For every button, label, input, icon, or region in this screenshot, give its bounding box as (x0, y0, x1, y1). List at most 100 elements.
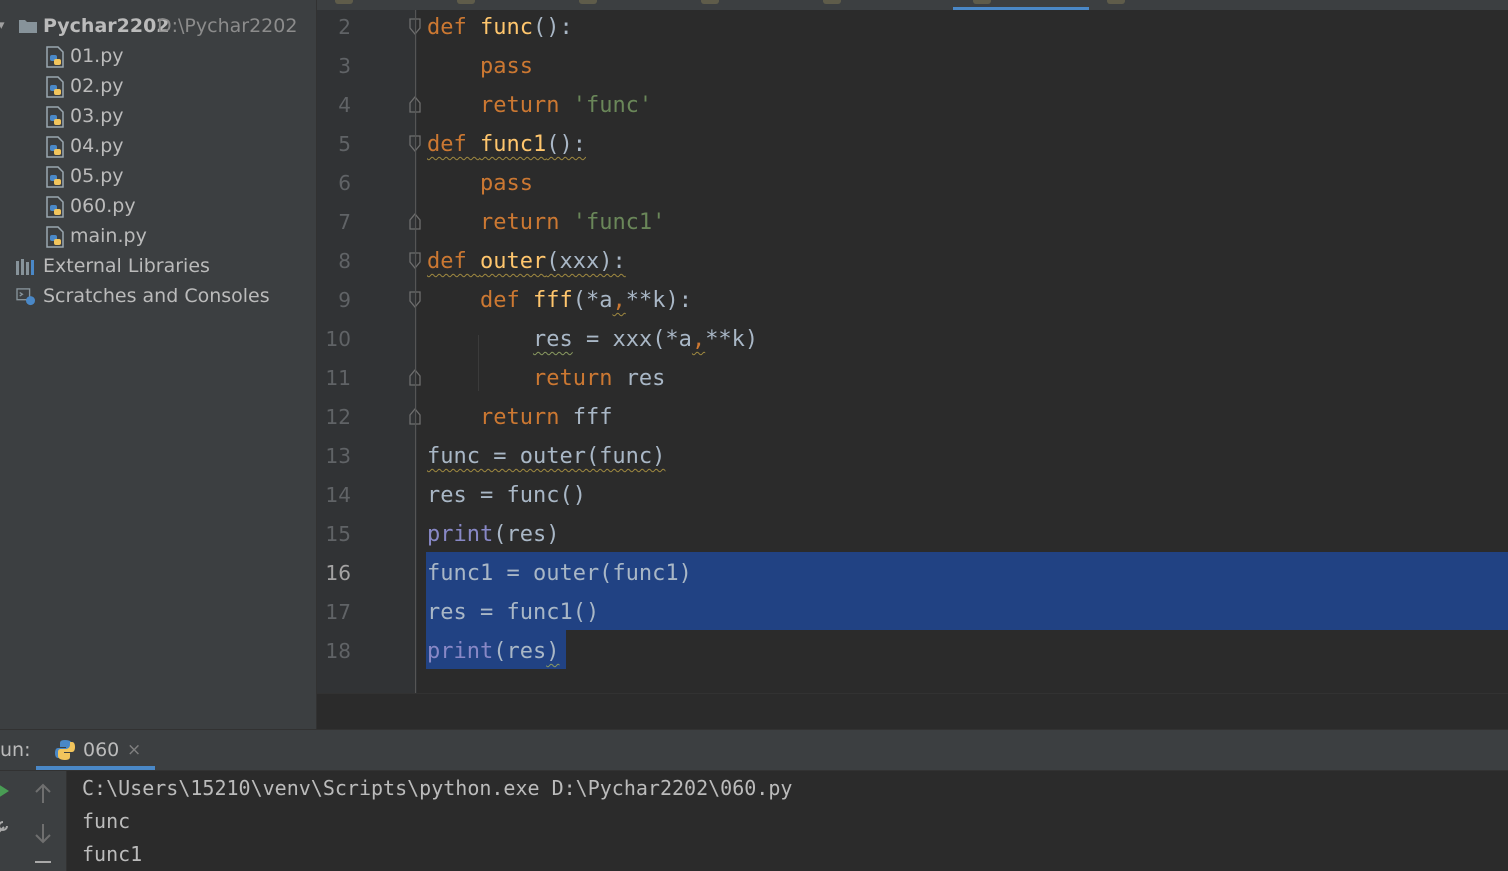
file-name: 060.py (70, 195, 136, 217)
line-number: 3 (338, 54, 351, 78)
line-number: 15 (325, 522, 351, 546)
code-line[interactable]: 5 def func1(): (317, 125, 1508, 164)
code-text: print(res) (427, 639, 560, 664)
tab-icon-fragment (579, 0, 597, 4)
python-icon (55, 740, 75, 760)
code-line[interactable]: 3 pass (317, 47, 1508, 86)
arrow-down-icon[interactable] (33, 822, 53, 844)
line-number: 12 (325, 405, 351, 429)
file-item[interactable]: main.py (0, 221, 316, 251)
file-item[interactable]: 060.py (0, 191, 316, 221)
file-item[interactable]: 02.py (0, 71, 316, 101)
run-label: un: (0, 739, 31, 761)
scratches-icon (16, 288, 35, 306)
line-number: 2 (338, 15, 351, 39)
line-number: 9 (338, 288, 351, 312)
file-name: 02.py (70, 75, 124, 97)
run-toolbar (0, 771, 67, 871)
project-root-node[interactable]: ▾ Pychar2202 D:\Pychar2202 (0, 11, 316, 41)
code-text: res = xxx(*a,**k) (532, 327, 759, 352)
file-name: main.py (70, 225, 147, 247)
wrench-icon[interactable] (0, 819, 10, 835)
code-text: def fff(*a,**k): (479, 288, 692, 313)
code-text: print(res) (427, 522, 560, 547)
scratches-node[interactable]: Scratches and Consoles (0, 281, 316, 311)
line-number: 10 (325, 327, 351, 351)
line-number: 6 (338, 171, 351, 195)
tab-icon-fragment (457, 0, 475, 4)
code-line[interactable]: 10 res = xxx(*a,**k) (317, 320, 1508, 359)
line-number: 11 (325, 366, 351, 390)
file-item[interactable]: 04.py (0, 131, 316, 161)
code-text: def outer(xxx): (427, 249, 626, 274)
code-line[interactable]: 11 return res (317, 359, 1508, 398)
code-text: res = func1() (427, 600, 600, 625)
code-text: def func(): (427, 15, 573, 40)
chevron-down-icon[interactable]: ▾ (0, 11, 5, 41)
code-text: pass (479, 171, 533, 196)
line-number: 4 (338, 93, 351, 117)
code-line[interactable]: 8 def outer(xxx): (317, 242, 1508, 281)
editor-empty-area[interactable] (317, 693, 1508, 731)
arrow-up-icon[interactable] (33, 783, 53, 805)
library-icon (16, 259, 34, 275)
tab-icon-fragment (701, 0, 719, 4)
code-line[interactable]: 13 func = outer(func) (317, 437, 1508, 476)
file-item[interactable]: 03.py (0, 101, 316, 131)
external-libraries-node[interactable]: External Libraries (0, 251, 316, 281)
python-file-icon (46, 106, 64, 128)
code-text: res = func() (427, 483, 586, 508)
project-tool-window: ▾ Pychar2202 D:\Pychar2202 01.py 02.py 0… (0, 0, 317, 730)
soft-wrap-icon[interactable] (33, 859, 53, 871)
code-line[interactable]: 12 return fff (317, 398, 1508, 437)
python-file-icon (46, 76, 64, 98)
line-number: 7 (338, 210, 351, 234)
code-line[interactable]: 6 pass (317, 164, 1508, 203)
folder-icon (19, 20, 37, 33)
code-text: return 'func1' (479, 210, 666, 235)
run-tab-060[interactable]: 060 × (36, 730, 154, 770)
file-name: 04.py (70, 135, 124, 157)
code-text: return fff (479, 405, 613, 430)
code-line-selected[interactable]: 17 res = func1() (317, 591, 1508, 632)
file-item[interactable]: 05.py (0, 161, 316, 191)
console-output-line: func1 (82, 842, 143, 866)
code-text: return 'func' (479, 93, 653, 118)
project-root-name: Pychar2202 (43, 15, 170, 37)
code-line[interactable]: 7 return 'func1' (317, 203, 1508, 242)
rerun-icon[interactable] (0, 783, 10, 799)
code-line[interactable]: 15 print(res) (317, 515, 1508, 554)
code-line[interactable]: 14 res = func() (317, 476, 1508, 515)
code-line[interactable]: 2 def func(): (317, 8, 1508, 47)
line-number: 5 (338, 132, 351, 156)
code-line-selected[interactable]: 16 func1 = outer(func1) (317, 552, 1508, 593)
python-file-icon (46, 136, 64, 158)
python-file-icon (46, 166, 64, 188)
line-number: 13 (325, 444, 351, 468)
console-command-line: C:\Users\15210\venv\Scripts\python.exe D… (82, 776, 793, 800)
code-line[interactable]: 9 def fff(*a,**k): (317, 281, 1508, 320)
code-text: func = outer(func) (427, 444, 666, 469)
code-line[interactable]: 4 return 'func' (317, 86, 1508, 125)
line-number: 18 (325, 639, 351, 663)
close-icon[interactable]: × (127, 740, 141, 760)
run-tab-label: 060 (83, 739, 120, 761)
tab-icon-fragment (823, 0, 841, 4)
line-number: 17 (325, 600, 351, 624)
file-name: 01.py (70, 45, 124, 67)
code-text: return res (532, 366, 666, 391)
console-output-line: func (82, 809, 131, 833)
tab-icon-fragment (335, 0, 353, 4)
line-number: 8 (338, 249, 351, 273)
file-item[interactable]: 01.py (0, 41, 316, 71)
run-console[interactable]: C:\Users\15210\venv\Scripts\python.exe D… (0, 771, 1508, 871)
tab-icon-fragment (973, 0, 991, 4)
file-name: 05.py (70, 165, 124, 187)
project-root-path: D:\Pychar2202 (157, 15, 298, 37)
tab-icon-fragment (1107, 0, 1125, 4)
code-line-selected[interactable]: 18 print(res) (317, 630, 1508, 671)
python-file-icon (46, 196, 64, 218)
active-tab-indicator (36, 766, 155, 770)
code-editor[interactable]: 2 def func(): 3 pass 4 return 'func' 5 d… (317, 10, 1508, 693)
python-file-icon (46, 46, 64, 68)
